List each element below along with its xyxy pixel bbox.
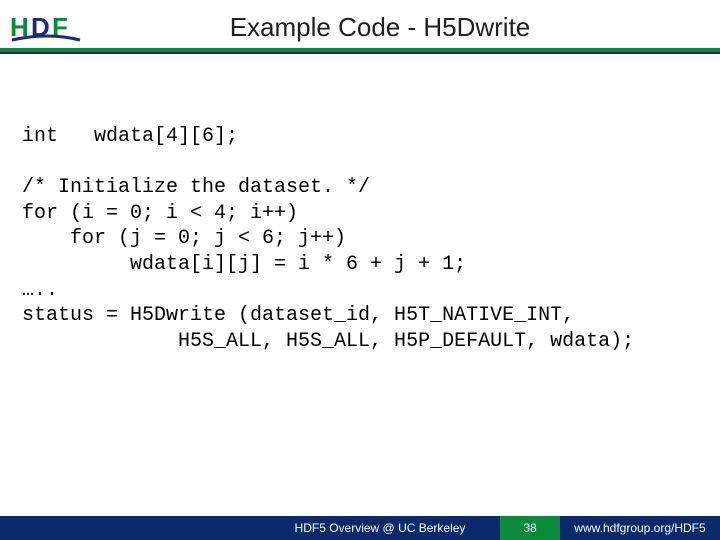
slide-footer: HDF5 Overview @ UC Berkeley 38 www.hdfgr…	[0, 516, 720, 540]
hdf-logo: H D F	[10, 10, 110, 44]
code-line: wdata[i][j] = i * 6 + j + 1;	[22, 253, 466, 276]
footer-url: www.hdfgroup.org/HDF5	[560, 516, 720, 540]
code-line: …..	[22, 279, 58, 302]
code-line: H5S_ALL, H5S_ALL, H5P_DEFAULT, wdata);	[22, 330, 634, 353]
slide-title: Example Code - H5Dwrite	[110, 12, 710, 43]
code-line: int wdata[4][6];	[22, 125, 238, 148]
slide-content: int wdata[4][6]; /* Initialize the datas…	[0, 54, 720, 354]
slide-header: H D F Example Code - H5Dwrite	[0, 0, 720, 48]
hdf-logo-icon: H D F	[10, 10, 88, 44]
code-line: for (i = 0; i < 4; i++)	[22, 202, 298, 225]
footer-caption: HDF5 Overview @ UC Berkeley	[260, 516, 500, 540]
footer-spacer-left	[0, 516, 260, 540]
code-line: status = H5Dwrite (dataset_id, H5T_NATIV…	[22, 304, 574, 327]
code-line: for (j = 0; j < 6; j++)	[22, 227, 346, 250]
footer-page-number: 38	[500, 516, 560, 540]
code-block: int wdata[4][6]; /* Initialize the datas…	[22, 124, 702, 354]
code-line: /* Initialize the dataset. */	[22, 176, 370, 199]
